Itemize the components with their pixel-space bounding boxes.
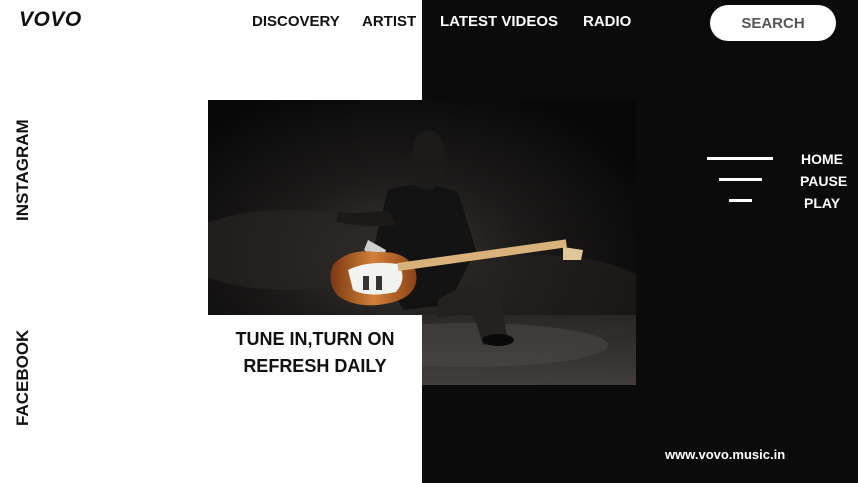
- nav-artist[interactable]: ARTIST: [362, 13, 416, 30]
- menu-pause[interactable]: PAUSE: [800, 173, 847, 189]
- tagline-line-1: TUNE IN,TURN ON: [235, 329, 395, 349]
- facebook-link[interactable]: FACEBOOK: [13, 330, 33, 426]
- tagline-line-2: REFRESH DAILY: [243, 356, 387, 376]
- tagline: TUNE IN,TURN ON REFRESH DAILY: [208, 326, 422, 380]
- menu-home[interactable]: HOME: [801, 151, 843, 167]
- brand-logo[interactable]: VOVO: [19, 8, 82, 32]
- menu-play[interactable]: PLAY: [804, 195, 840, 211]
- search-button[interactable]: SEARCH: [710, 5, 836, 41]
- instagram-link[interactable]: INSTAGRAM: [13, 119, 33, 221]
- menu-line-medium: [719, 178, 762, 181]
- nav-latest-videos[interactable]: LATEST VIDEOS: [440, 13, 558, 30]
- nav-radio[interactable]: RADIO: [583, 13, 631, 30]
- menu-line-short: [729, 199, 752, 202]
- site-url-link[interactable]: www.vovo.music.in: [665, 447, 785, 462]
- nav-discovery[interactable]: DISCOVERY: [252, 13, 340, 30]
- menu-line-long: [707, 157, 773, 160]
